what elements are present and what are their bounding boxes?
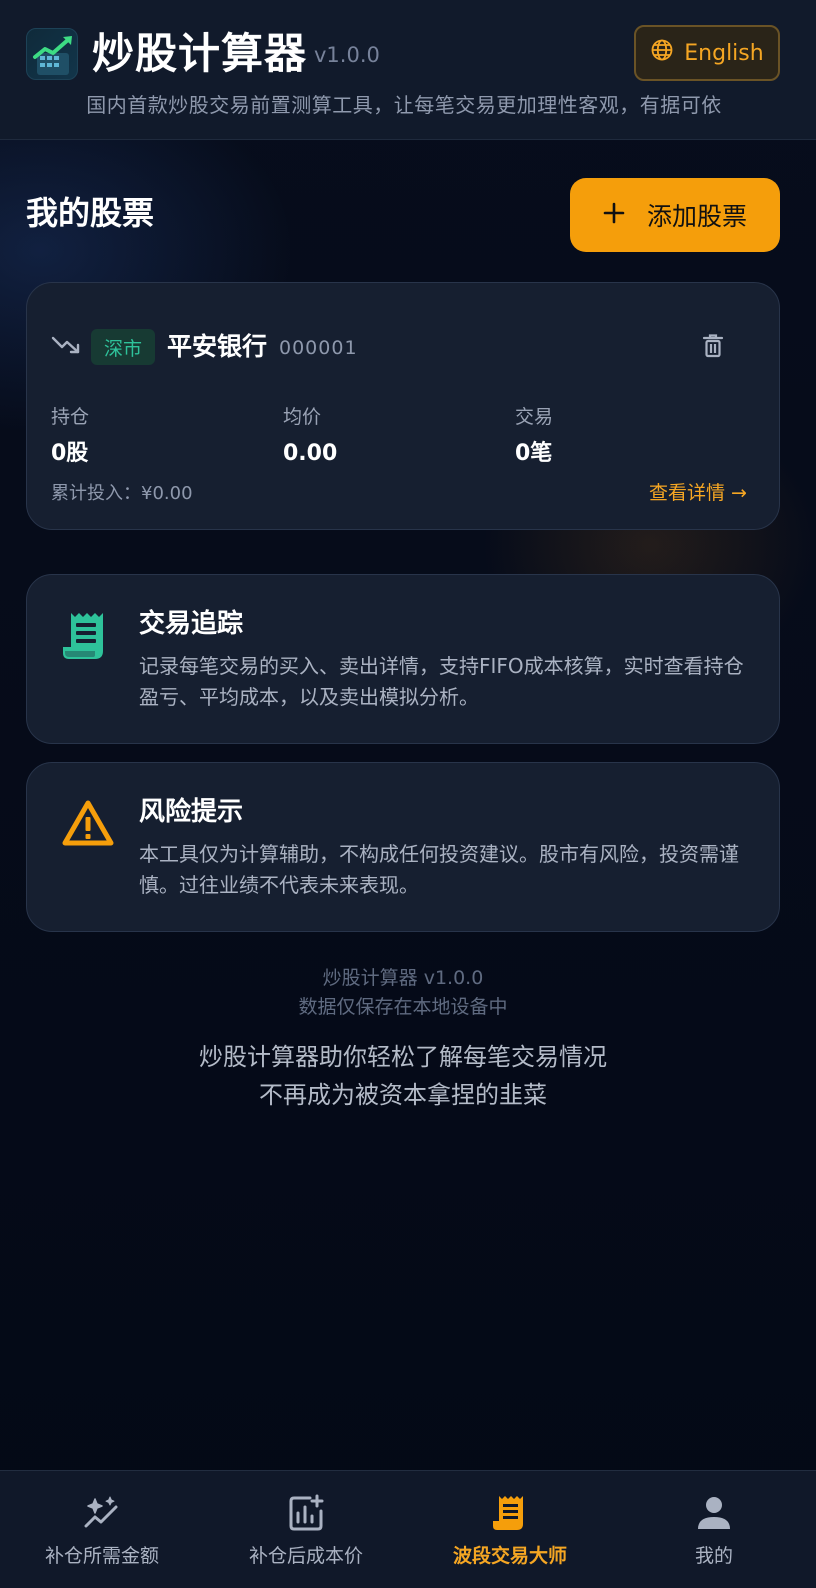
stat-value: 0.00 bbox=[283, 441, 338, 466]
stock-card[interactable]: 深市 平安银行 000001 持仓 0股 均价 0.00 交易 0笔 累计投入：… bbox=[26, 282, 780, 530]
stat-avg-price: 均价 0.00 bbox=[283, 403, 483, 471]
app-logo-icon bbox=[26, 28, 78, 80]
view-details-label: 查看详情 bbox=[649, 482, 726, 504]
nav-label: 波段交易大师 bbox=[452, 1545, 567, 1567]
nav-item-add-amount[interactable]: 补仓所需金额 bbox=[0, 1471, 204, 1588]
chart-plus-icon bbox=[286, 1493, 326, 1533]
footer-slogan-line2: 不再成为被资本拿捏的韭菜 bbox=[259, 1081, 547, 1109]
arrow-right-icon: → bbox=[731, 482, 747, 504]
nav-label: 补仓后成本价 bbox=[248, 1545, 363, 1567]
footer-slogan-line1: 炒股计算器助你轻松了解每笔交易情况 bbox=[199, 1043, 607, 1071]
app-title: 炒股计算器 bbox=[92, 29, 308, 78]
feature-card-risk-warning: 风险提示 本工具仅为计算辅助，不构成任何投资建议。股市有风险，投资需谨慎。过往业… bbox=[26, 762, 780, 932]
footer-version: 炒股计算器 v1.0.0 bbox=[322, 967, 484, 989]
feature-description: 本工具仅为计算辅助，不构成任何投资建议。股市有风险，投资需谨慎。过往业绩不代表未… bbox=[139, 842, 739, 897]
delete-icon[interactable] bbox=[701, 333, 725, 359]
stat-value: 0笔 bbox=[515, 441, 553, 466]
stock-code: 000001 bbox=[279, 337, 358, 359]
add-stock-label: 添加股票 bbox=[646, 202, 747, 231]
language-toggle-button[interactable]: English bbox=[634, 25, 780, 81]
receipt-icon bbox=[61, 609, 115, 663]
app-version: v1.0.0 bbox=[314, 43, 380, 67]
plus-icon bbox=[603, 201, 625, 230]
nav-item-swing-trading[interactable]: 波段交易大师 bbox=[408, 1471, 612, 1588]
market-badge: 深市 bbox=[91, 329, 155, 365]
app-subtitle: 国内首款炒股交易前置测算工具，让每笔交易更加理性客观，有据可依 bbox=[86, 93, 722, 117]
trending-down-icon bbox=[51, 333, 81, 357]
feature-title: 交易追踪 bbox=[139, 609, 244, 639]
my-stocks-title: 我的股票 bbox=[26, 194, 155, 232]
bottom-nav: 补仓所需金额 补仓后成本价 波段交易大师 我的 bbox=[0, 1470, 816, 1588]
stat-holding: 持仓 0股 bbox=[51, 403, 251, 471]
stat-label: 交易 bbox=[515, 406, 554, 428]
person-icon bbox=[694, 1493, 734, 1533]
warning-icon bbox=[61, 797, 115, 851]
stat-label: 均价 bbox=[283, 406, 322, 428]
stat-value: 0股 bbox=[51, 441, 89, 466]
sparkle-chart-icon bbox=[82, 1493, 122, 1533]
nav-label: 我的 bbox=[694, 1545, 733, 1567]
receipt-icon bbox=[490, 1493, 530, 1533]
nav-label: 补仓所需金额 bbox=[44, 1545, 159, 1567]
feature-title: 风险提示 bbox=[139, 797, 244, 827]
footer-storage-note: 数据仅保存在本地设备中 bbox=[298, 996, 508, 1018]
feature-card-trade-tracking: 交易追踪 记录每笔交易的买入、卖出详情，支持FIFO成本核算，实时查看持仓盈亏、… bbox=[26, 574, 780, 744]
stat-label: 持仓 bbox=[51, 406, 90, 428]
app-screen: 炒股计算器 v1.0.0 English 国内首款炒股交易前置测算工具，让每笔交… bbox=[0, 0, 816, 1588]
stat-trades: 交易 0笔 bbox=[515, 403, 715, 471]
app-header: 炒股计算器 v1.0.0 English 国内首款炒股交易前置测算工具，让每笔交… bbox=[0, 0, 816, 140]
view-details-link[interactable]: 查看详情 → bbox=[649, 479, 747, 507]
globe-icon bbox=[650, 38, 674, 68]
nav-item-profile[interactable]: 我的 bbox=[612, 1471, 816, 1588]
feature-description: 记录每笔交易的买入、卖出详情，支持FIFO成本核算，实时查看持仓盈亏、平均成本，… bbox=[139, 654, 744, 709]
total-invest: 累计投入：¥0.00 bbox=[51, 483, 193, 504]
stock-name: 平安银行 bbox=[167, 332, 268, 361]
language-label: English bbox=[684, 40, 764, 66]
add-stock-button[interactable]: 添加股票 bbox=[570, 178, 780, 252]
nav-item-cost-after-add[interactable]: 补仓后成本价 bbox=[204, 1471, 408, 1588]
